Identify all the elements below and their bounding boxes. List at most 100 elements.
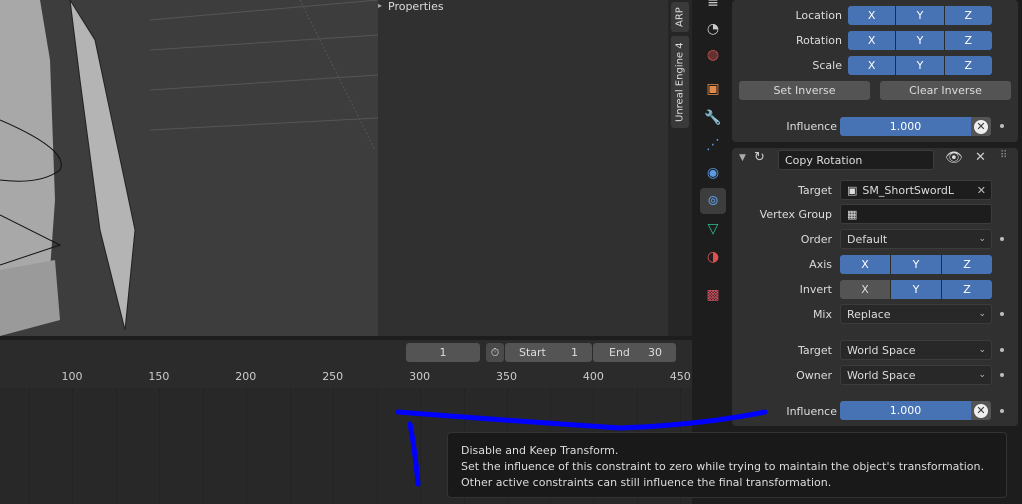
keyframe-dot[interactable] xyxy=(1000,237,1004,241)
set-inverse-button[interactable]: Set Inverse xyxy=(739,81,870,100)
world-icon[interactable]: ◍ xyxy=(700,42,726,68)
target-space-dropdown[interactable]: World Space ⌄ xyxy=(840,340,992,360)
current-frame-field[interactable]: 1 xyxy=(406,343,480,362)
modifier-icon[interactable]: 🔧 xyxy=(700,105,726,131)
vertex-group-label: Vertex Group xyxy=(759,208,832,221)
scale-x[interactable]: X xyxy=(848,56,897,75)
eye-icon[interactable]: 👁 xyxy=(945,150,963,166)
frame-tick-label: 150 xyxy=(148,370,170,383)
physics-icon[interactable]: ◉ xyxy=(700,160,726,186)
frame-tick-label: 250 xyxy=(322,370,344,383)
texture-icon[interactable]: ▩ xyxy=(700,282,726,308)
expand-arrow-icon[interactable]: ▸ xyxy=(378,1,382,10)
properties-editor: Location XYZ Rotation XYZ Scale XYZ Set … xyxy=(730,0,1022,504)
target-field[interactable]: ▣ SM_ShortSwordL ✕ xyxy=(840,180,992,200)
object-data-icon[interactable]: ▽ xyxy=(700,216,726,242)
end-value: 30 xyxy=(648,346,662,359)
chevron-down-icon: ⌄ xyxy=(978,309,986,319)
clear-target-icon[interactable]: ✕ xyxy=(977,184,986,197)
drag-handle-icon[interactable]: ⠿ xyxy=(1000,150,1007,161)
collapse-arrow-icon[interactable]: ▼ xyxy=(739,153,746,163)
sidebar-tabs: ARP Unreal Engine 4 xyxy=(668,0,692,336)
disable-keep-transform-button[interactable]: ✕ xyxy=(971,401,991,420)
location-y[interactable]: Y xyxy=(896,6,945,25)
scale-toggles: XYZ xyxy=(848,56,992,75)
scale-y[interactable]: Y xyxy=(896,56,945,75)
owner-space-dropdown[interactable]: World Space ⌄ xyxy=(840,365,992,385)
grid-line xyxy=(158,388,160,504)
keyframe-dot[interactable] xyxy=(1000,348,1004,352)
particles-icon[interactable]: ⋰ xyxy=(700,132,726,158)
constraint-name: Copy Rotation xyxy=(785,153,863,167)
scale-z[interactable]: Z xyxy=(944,56,992,75)
location-z[interactable]: Z xyxy=(944,6,992,25)
grid-line xyxy=(419,388,421,504)
rotation-y[interactable]: Y xyxy=(896,31,945,50)
copy-rotation-constraint-panel: ▼ ↻ Copy Rotation 👁 ✕ ⠿ Target ▣ SM_Short… xyxy=(732,148,1018,426)
axis-x[interactable]: X xyxy=(840,255,891,274)
influence-slider[interactable]: 1.000 xyxy=(840,401,971,420)
tab-unreal-engine-4[interactable]: Unreal Engine 4 xyxy=(671,36,689,128)
location-x[interactable]: X xyxy=(848,6,897,25)
scale-label: Scale xyxy=(812,59,842,72)
order-label: Order xyxy=(800,233,832,246)
start-frame-field[interactable]: Start 1 xyxy=(505,343,592,362)
grid-line xyxy=(72,388,73,504)
end-frame-field[interactable]: End 30 xyxy=(593,343,676,362)
clear-inverse-button[interactable]: Clear Inverse xyxy=(880,81,1011,100)
axis-y[interactable]: Y xyxy=(891,255,942,274)
rotation-z[interactable]: Z xyxy=(944,31,992,50)
axis-z[interactable]: Z xyxy=(942,255,992,274)
vertex-group-icon: ▦ xyxy=(847,207,858,221)
tooltip-title: Disable and Keep Transform. xyxy=(461,444,619,457)
object-icon: ▣ xyxy=(847,183,858,197)
influence-slider[interactable]: 1.000 xyxy=(840,117,971,136)
chevron-down-icon: ⌄ xyxy=(978,345,986,355)
object-icon[interactable]: ▣ xyxy=(700,76,726,102)
tooltip-body: Set the influence of this constraint to … xyxy=(461,460,984,489)
frame-tick-label: 350 xyxy=(496,370,517,383)
start-label: Start xyxy=(519,346,546,359)
keyframe-dot[interactable] xyxy=(1000,373,1004,377)
grid-line xyxy=(376,388,378,504)
tab-arp[interactable]: ARP xyxy=(671,2,689,32)
delete-icon[interactable]: ✕ xyxy=(975,150,986,165)
stopwatch-icon[interactable]: ⏱ xyxy=(486,343,504,362)
constraint-icon[interactable]: ⊚ xyxy=(700,188,726,214)
keyframe-dot[interactable] xyxy=(1000,312,1004,316)
vertex-group-field[interactable]: ▦ xyxy=(840,204,992,224)
grid-line xyxy=(332,388,334,504)
location-toggles: XYZ xyxy=(848,6,992,25)
axis-label: Axis xyxy=(809,258,832,271)
scene-icon[interactable]: ◔ xyxy=(700,16,726,42)
disable-keep-transform-button[interactable]: ✕ xyxy=(971,117,991,136)
copy-rotation-icon: ↻ xyxy=(754,150,765,165)
location-label: Location xyxy=(795,9,842,22)
influence-label: Influence xyxy=(786,120,837,133)
invert-y[interactable]: Y xyxy=(891,280,942,299)
invert-x[interactable]: X xyxy=(840,280,891,299)
keyframe-dot[interactable] xyxy=(1000,409,1004,413)
keyframe-dot[interactable] xyxy=(1000,124,1004,128)
current-frame: 1 xyxy=(439,346,447,359)
mix-dropdown[interactable]: Replace ⌄ xyxy=(840,304,992,324)
invert-toggles: XYZ xyxy=(840,280,992,299)
target-label: Target xyxy=(797,184,832,197)
constraint-name-field[interactable]: Copy Rotation xyxy=(778,150,934,170)
order-value: Default xyxy=(847,232,888,246)
rotation-toggles: XYZ xyxy=(848,31,992,50)
panel-title[interactable]: Properties xyxy=(388,0,444,13)
3d-viewport[interactable] xyxy=(0,0,378,336)
target-space-label: Target xyxy=(797,344,832,357)
material-icon[interactable]: ◑ xyxy=(700,244,726,270)
tab-label: Unreal Engine 4 xyxy=(674,42,686,122)
layers-icon[interactable]: ≡ xyxy=(700,0,726,16)
order-dropdown[interactable]: Default ⌄ xyxy=(840,229,992,249)
child-of-constraint-panel: Location XYZ Rotation XYZ Scale XYZ Set … xyxy=(732,0,1018,142)
frame-tick-label: 450 xyxy=(669,370,691,383)
timeline-ruler[interactable]: 100 150 200 250 300 350 400 450 xyxy=(0,364,692,388)
tooltip: Disable and Keep Transform. Set the infl… xyxy=(447,432,1007,498)
owner-space-label: Owner xyxy=(796,369,832,382)
rotation-x[interactable]: X xyxy=(848,31,897,50)
invert-z[interactable]: Z xyxy=(942,280,992,299)
